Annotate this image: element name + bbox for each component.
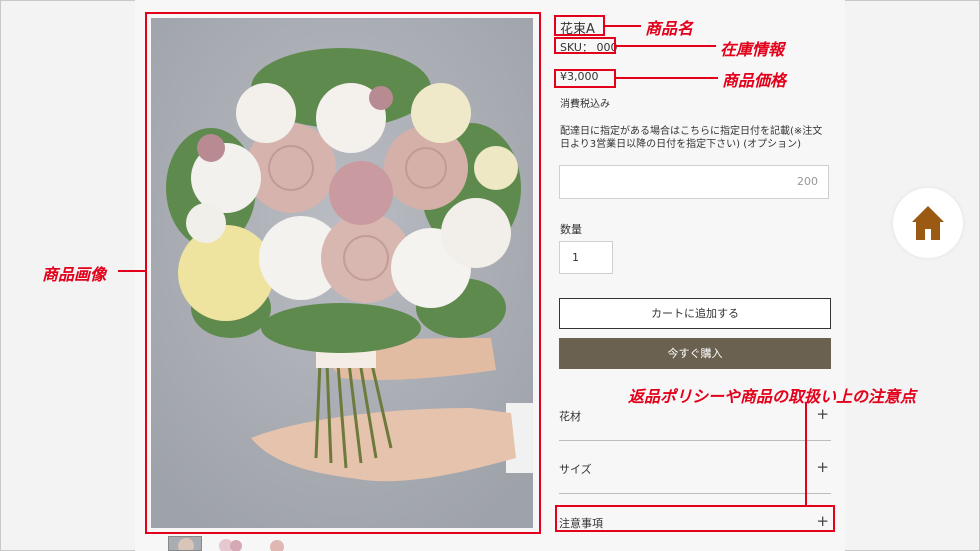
thumbnail-1[interactable]	[168, 536, 202, 551]
thumbnail-strip	[168, 536, 294, 551]
plus-icon: +	[816, 458, 829, 476]
annotation-label-policy: 返品ポリシーや商品の取扱い上の注意点	[628, 387, 917, 406]
annotation-connector	[616, 77, 718, 79]
accordion-size[interactable]: サイズ +	[559, 458, 831, 477]
home-icon	[912, 206, 944, 240]
annotation-box-price	[554, 69, 616, 88]
annotation-connector	[605, 25, 641, 27]
accordion-materials[interactable]: 花材 +	[559, 405, 831, 424]
annotation-connector	[805, 403, 807, 505]
accordion-label: サイズ	[559, 463, 592, 476]
annotation-box-stock	[554, 37, 616, 54]
character-counter: 200	[797, 175, 818, 188]
annotation-label-name: 商品名	[645, 19, 694, 38]
quantity-input[interactable]: 1	[559, 241, 613, 274]
annotation-box-policy	[555, 505, 835, 532]
buy-now-button[interactable]: 今すぐ購入	[559, 338, 831, 369]
home-button[interactable]	[893, 188, 963, 258]
divider	[559, 440, 831, 441]
thumbnail-3[interactable]	[260, 536, 294, 551]
divider	[559, 493, 831, 494]
tax-note: 消費税込み	[560, 99, 610, 110]
delivery-date-input[interactable]: 200	[559, 165, 829, 199]
annotation-label-image: 商品画像	[42, 265, 107, 284]
annotation-connector	[118, 270, 145, 272]
add-to-cart-button[interactable]: カートに追加する	[559, 298, 831, 329]
thumbnail-2[interactable]	[214, 536, 248, 551]
annotation-box-name	[554, 15, 605, 36]
quantity-label: 数量	[560, 223, 582, 236]
delivery-date-label: 配達日に指定がある場合はこちらに指定日付を記載(※注文日より3営業日以降の日付を…	[560, 126, 823, 150]
annotation-label-price: 商品価格	[722, 71, 787, 90]
annotation-label-stock: 在庫情報	[720, 40, 785, 59]
annotation-box-image	[145, 12, 541, 534]
accordion-label: 花材	[559, 410, 581, 423]
annotation-connector	[616, 45, 716, 47]
plus-icon: +	[816, 405, 829, 423]
